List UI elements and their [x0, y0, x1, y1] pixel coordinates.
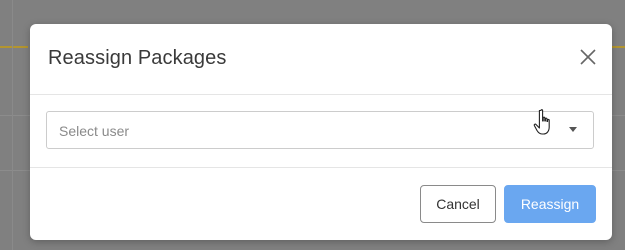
user-select-placeholder: Select user [59, 123, 130, 139]
modal-body: Select user [30, 95, 612, 168]
reassign-button[interactable]: Reassign [504, 185, 596, 223]
background-accent-line [612, 46, 625, 48]
close-button[interactable] [577, 46, 599, 68]
user-select[interactable]: Select user [46, 111, 594, 149]
modal-header: Reassign Packages [30, 24, 612, 95]
cancel-button[interactable]: Cancel [420, 185, 496, 223]
background-accent-line [0, 46, 28, 48]
close-icon [580, 49, 596, 65]
modal-footer: Cancel Reassign [30, 168, 612, 240]
modal-title: Reassign Packages [48, 47, 227, 69]
reassign-packages-dialog: Reassign Packages Select user Cancel Rea… [30, 24, 612, 240]
background-divider [12, 0, 13, 250]
caret-down-icon[interactable] [569, 127, 577, 132]
